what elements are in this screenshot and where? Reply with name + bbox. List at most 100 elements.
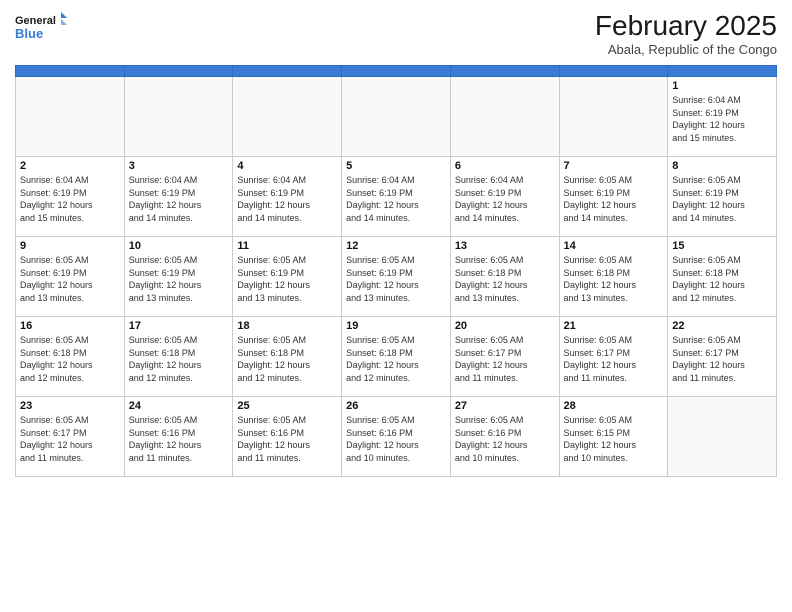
calendar-week-row: 23 Sunrise: 6:05 AM Sunset: 6:17 PM Dayli… — [16, 397, 777, 477]
table-row — [559, 77, 668, 157]
table-row: 16Sunrise: 6:05 AM Sunset: 6:18 PM Dayli… — [16, 317, 125, 397]
table-row: 12 Sunrise: 6:05 AM Sunset: 6:19 PM Dayli… — [342, 237, 451, 317]
day-info: Sunrise: 6:04 AM Sunset: 6:19 PM Dayligh… — [237, 174, 337, 224]
calendar-week-row: 1 Sunrise: 6:04 AM Sunset: 6:19 PM Daylig… — [16, 77, 777, 157]
table-row: 8Sunrise: 6:05 AM Sunset: 6:19 PM Daylig… — [668, 157, 777, 237]
table-row: 15Sunrise: 6:05 AM Sunset: 6:18 PM Dayli… — [668, 237, 777, 317]
day-number: 4 — [237, 160, 337, 172]
day-number: 26 — [346, 400, 446, 412]
calendar-header-row — [16, 66, 777, 77]
day-number: 27 — [455, 400, 555, 412]
day-number: 10 — [129, 240, 229, 252]
day-info: Sunrise: 6:05 AM Sunset: 6:17 PM Dayligh… — [564, 334, 664, 384]
table-row: 22 Sunrise: 6:05 AM Sunset: 6:17 PM Dayli… — [668, 317, 777, 397]
day-info: Sunrise: 6:05 AM Sunset: 6:18 PM Dayligh… — [672, 254, 772, 304]
col-saturday — [668, 66, 777, 77]
table-row: 10 Sunrise: 6:05 AM Sunset: 6:19 PM Dayli… — [124, 237, 233, 317]
logo: General Blue — [15, 10, 67, 42]
day-number: 20 — [455, 320, 555, 332]
day-number: 23 — [20, 400, 120, 412]
day-info: Sunrise: 6:05 AM Sunset: 6:18 PM Dayligh… — [20, 334, 120, 384]
table-row: 3 Sunrise: 6:04 AM Sunset: 6:19 PM Daylig… — [124, 157, 233, 237]
day-info: Sunrise: 6:05 AM Sunset: 6:16 PM Dayligh… — [129, 414, 229, 464]
day-number: 25 — [237, 400, 337, 412]
day-info: Sunrise: 6:05 AM Sunset: 6:18 PM Dayligh… — [564, 254, 664, 304]
location: Abala, Republic of the Congo — [595, 42, 777, 57]
table-row: 7 Sunrise: 6:05 AM Sunset: 6:19 PM Daylig… — [559, 157, 668, 237]
col-friday — [559, 66, 668, 77]
table-row — [16, 77, 125, 157]
logo-svg: General Blue — [15, 10, 67, 42]
day-info: Sunrise: 6:05 AM Sunset: 6:19 PM Dayligh… — [20, 254, 120, 304]
day-info: Sunrise: 6:05 AM Sunset: 6:19 PM Dayligh… — [564, 174, 664, 224]
day-info: Sunrise: 6:04 AM Sunset: 6:19 PM Dayligh… — [129, 174, 229, 224]
page: General Blue February 2025 Abala, Republ… — [0, 0, 792, 612]
day-number: 12 — [346, 240, 446, 252]
col-tuesday — [233, 66, 342, 77]
day-number: 18 — [237, 320, 337, 332]
day-number: 8 — [672, 160, 772, 172]
day-info: Sunrise: 6:05 AM Sunset: 6:18 PM Dayligh… — [237, 334, 337, 384]
day-number: 11 — [237, 240, 337, 252]
day-number: 13 — [455, 240, 555, 252]
calendar-week-row: 2 Sunrise: 6:04 AM Sunset: 6:19 PM Daylig… — [16, 157, 777, 237]
table-row — [342, 77, 451, 157]
day-number: 5 — [346, 160, 446, 172]
table-row: 13 Sunrise: 6:05 AM Sunset: 6:18 PM Dayli… — [450, 237, 559, 317]
table-row: 11Sunrise: 6:05 AM Sunset: 6:19 PM Dayli… — [233, 237, 342, 317]
day-number: 21 — [564, 320, 664, 332]
day-number: 1 — [672, 80, 772, 92]
day-info: Sunrise: 6:05 AM Sunset: 6:19 PM Dayligh… — [129, 254, 229, 304]
table-row: 4 Sunrise: 6:04 AM Sunset: 6:19 PM Daylig… — [233, 157, 342, 237]
table-row: 14 Sunrise: 6:05 AM Sunset: 6:18 PM Dayli… — [559, 237, 668, 317]
table-row: 20 Sunrise: 6:05 AM Sunset: 6:17 PM Dayli… — [450, 317, 559, 397]
header: General Blue February 2025 Abala, Republ… — [15, 10, 777, 57]
table-row: 1 Sunrise: 6:04 AM Sunset: 6:19 PM Daylig… — [668, 77, 777, 157]
day-info: Sunrise: 6:05 AM Sunset: 6:16 PM Dayligh… — [346, 414, 446, 464]
table-row: 9 Sunrise: 6:05 AM Sunset: 6:19 PM Daylig… — [16, 237, 125, 317]
calendar-week-row: 16Sunrise: 6:05 AM Sunset: 6:18 PM Dayli… — [16, 317, 777, 397]
table-row: 26 Sunrise: 6:05 AM Sunset: 6:16 PM Dayli… — [342, 397, 451, 477]
table-row: 6Sunrise: 6:04 AM Sunset: 6:19 PM Daylig… — [450, 157, 559, 237]
day-info: Sunrise: 6:05 AM Sunset: 6:18 PM Dayligh… — [455, 254, 555, 304]
table-row: 28Sunrise: 6:05 AM Sunset: 6:15 PM Dayli… — [559, 397, 668, 477]
table-row: 5Sunrise: 6:04 AM Sunset: 6:19 PM Daylig… — [342, 157, 451, 237]
day-number: 3 — [129, 160, 229, 172]
day-number: 14 — [564, 240, 664, 252]
table-row: 24 Sunrise: 6:05 AM Sunset: 6:16 PM Dayli… — [124, 397, 233, 477]
day-info: Sunrise: 6:05 AM Sunset: 6:19 PM Dayligh… — [346, 254, 446, 304]
table-row — [124, 77, 233, 157]
month-title: February 2025 — [595, 10, 777, 42]
day-number: 19 — [346, 320, 446, 332]
table-row: 18 Sunrise: 6:05 AM Sunset: 6:18 PM Dayli… — [233, 317, 342, 397]
day-number: 9 — [20, 240, 120, 252]
calendar-table: 1 Sunrise: 6:04 AM Sunset: 6:19 PM Daylig… — [15, 65, 777, 477]
table-row: 23 Sunrise: 6:05 AM Sunset: 6:17 PM Dayli… — [16, 397, 125, 477]
col-thursday — [450, 66, 559, 77]
day-info: Sunrise: 6:05 AM Sunset: 6:18 PM Dayligh… — [129, 334, 229, 384]
day-number: 17 — [129, 320, 229, 332]
table-row: 2 Sunrise: 6:04 AM Sunset: 6:19 PM Daylig… — [16, 157, 125, 237]
day-info: Sunrise: 6:04 AM Sunset: 6:19 PM Dayligh… — [20, 174, 120, 224]
table-row — [450, 77, 559, 157]
day-info: Sunrise: 6:05 AM Sunset: 6:16 PM Dayligh… — [455, 414, 555, 464]
day-info: Sunrise: 6:05 AM Sunset: 6:18 PM Dayligh… — [346, 334, 446, 384]
day-number: 22 — [672, 320, 772, 332]
col-sunday — [16, 66, 125, 77]
table-row: 21 Sunrise: 6:05 AM Sunset: 6:17 PM Dayli… — [559, 317, 668, 397]
day-info: Sunrise: 6:05 AM Sunset: 6:17 PM Dayligh… — [672, 334, 772, 384]
day-info: Sunrise: 6:05 AM Sunset: 6:17 PM Dayligh… — [20, 414, 120, 464]
day-info: Sunrise: 6:04 AM Sunset: 6:19 PM Dayligh… — [455, 174, 555, 224]
day-number: 24 — [129, 400, 229, 412]
day-number: 7 — [564, 160, 664, 172]
day-info: Sunrise: 6:05 AM Sunset: 6:17 PM Dayligh… — [455, 334, 555, 384]
day-info: Sunrise: 6:04 AM Sunset: 6:19 PM Dayligh… — [672, 94, 772, 144]
day-number: 28 — [564, 400, 664, 412]
day-number: 2 — [20, 160, 120, 172]
table-row — [668, 397, 777, 477]
day-info: Sunrise: 6:05 AM Sunset: 6:16 PM Dayligh… — [237, 414, 337, 464]
table-row: 27 Sunrise: 6:05 AM Sunset: 6:16 PM Dayli… — [450, 397, 559, 477]
calendar-week-row: 9 Sunrise: 6:05 AM Sunset: 6:19 PM Daylig… — [16, 237, 777, 317]
svg-text:Blue: Blue — [15, 26, 43, 41]
title-block: February 2025 Abala, Republic of the Con… — [595, 10, 777, 57]
